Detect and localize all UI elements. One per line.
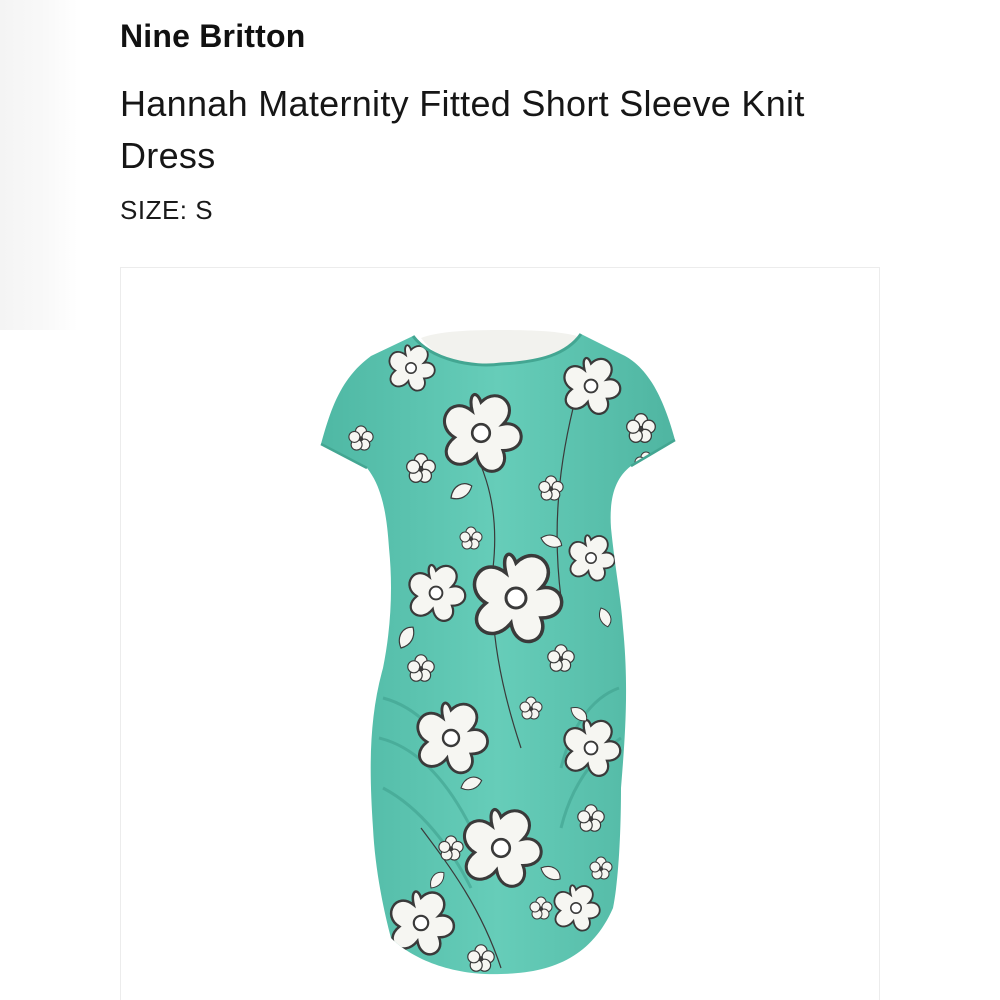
brand-name[interactable]: Nine Britton bbox=[120, 18, 306, 55]
product-title: Hannah Maternity Fitted Short Sleeve Kni… bbox=[120, 83, 805, 176]
size-value: S bbox=[195, 195, 214, 225]
product-image-card[interactable] bbox=[120, 267, 880, 1000]
size-info: SIZE: S bbox=[120, 195, 213, 226]
product-page: Nine Britton Hannah Maternity Fitted Sho… bbox=[0, 0, 1000, 1000]
size-label: SIZE: bbox=[120, 195, 188, 225]
side-panel-shadow bbox=[0, 0, 78, 330]
dress-image bbox=[320, 330, 676, 975]
